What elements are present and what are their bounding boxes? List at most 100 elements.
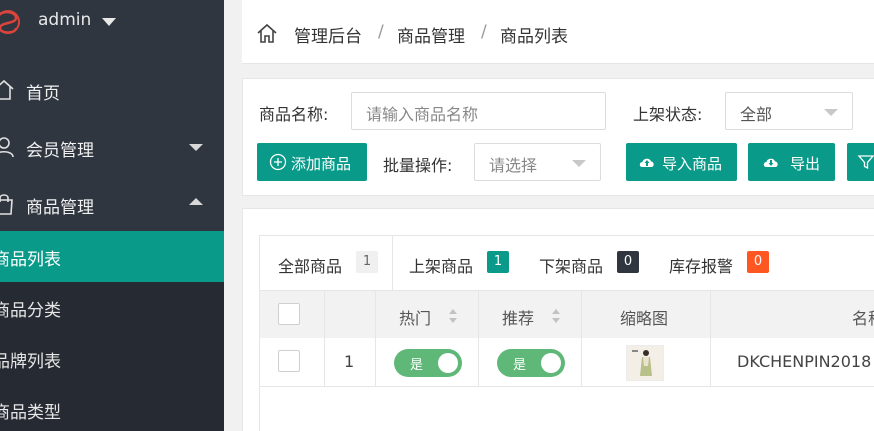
breadcrumb-separator: / xyxy=(481,22,487,42)
column-divider xyxy=(478,338,479,386)
tab-label: 库存报警 xyxy=(669,257,734,276)
row-index: 1 xyxy=(344,352,355,371)
sidebar-item-home[interactable]: 首页 xyxy=(0,64,224,116)
column-header-recommend[interactable]: 推荐 xyxy=(502,305,534,329)
tab-on-shelf[interactable]: 上架商品 1 xyxy=(393,236,523,291)
tab-label: 全部商品 xyxy=(278,257,343,276)
product-name-placeholder: 请输入商品名称 xyxy=(366,105,479,124)
tab-all-products[interactable]: 全部商品 1 xyxy=(260,236,392,291)
plus-circle-icon xyxy=(269,153,287,171)
breadcrumb: 管理后台 / 商品管理 / 商品列表 xyxy=(242,0,874,64)
filter-icon xyxy=(857,155,874,170)
column-divider xyxy=(324,338,325,386)
toggle-label: 是 xyxy=(410,358,424,373)
product-thumbnail[interactable] xyxy=(626,345,664,381)
table-header: 热门 推荐 缩略图 名称 xyxy=(259,290,874,339)
user-menu[interactable]: admin xyxy=(0,0,224,44)
main-content: 管理后台 / 商品管理 / 商品列表 商品名称: 请输入商品名称 上架状态: 全… xyxy=(224,0,874,431)
username[interactable]: admin xyxy=(38,10,91,30)
status-tabs: 全部商品 1 上架商品 1 下架商品 0 库存报警 0 xyxy=(259,235,874,291)
status-label: 上架状态: xyxy=(633,105,703,124)
breadcrumb-item-admin[interactable]: 管理后台 xyxy=(294,22,362,47)
submenu-products: 商品列表 商品分类 品牌列表 商品类型 xyxy=(0,231,224,431)
filter-button[interactable] xyxy=(847,143,874,181)
product-name-input[interactable]: 请输入商品名称 xyxy=(351,92,606,130)
export-button[interactable]: 导出 xyxy=(748,143,835,181)
toggle-knob xyxy=(541,353,561,373)
home-icon[interactable] xyxy=(256,22,278,44)
hot-toggle[interactable]: 是 xyxy=(394,349,462,377)
add-product-button[interactable]: 添加商品 xyxy=(257,143,367,181)
batch-label: 批量操作: xyxy=(383,156,453,175)
sidebar: admin 首页 会员管理 商品管理 商品列表 商品分类 品牌列表 商品类型 xyxy=(0,0,224,431)
column-header-thumbnail: 缩略图 xyxy=(620,309,669,328)
tab-label: 上架商品 xyxy=(409,257,474,276)
product-table-panel: 全部商品 1 上架商品 1 下架商品 0 库存报警 0 热门 推荐 缩略图 名 … xyxy=(242,208,874,431)
product-name[interactable]: DKCHENPIN2018 xyxy=(737,352,871,371)
sort-icon[interactable] xyxy=(448,308,458,324)
filter-panel: 商品名称: 请输入商品名称 上架状态: 全部 添加商品 批量操作: 请选择 导入… xyxy=(242,78,874,196)
sidebar-item-product-type[interactable]: 商品类型 xyxy=(0,384,224,431)
cloud-upload-icon xyxy=(639,158,654,167)
sidebar-item-label: 品牌列表 xyxy=(0,352,61,372)
sidebar-item-label: 商品管理 xyxy=(26,198,94,218)
column-divider xyxy=(581,338,582,386)
caret-down-icon[interactable] xyxy=(102,18,116,26)
shopping-bag-icon xyxy=(0,194,13,215)
column-divider xyxy=(710,338,711,386)
batch-select-placeholder: 请选择 xyxy=(489,156,538,175)
count-badge: 0 xyxy=(617,251,639,273)
chevron-down-icon xyxy=(189,144,203,151)
sort-icon[interactable] xyxy=(551,308,561,324)
breadcrumb-separator: / xyxy=(378,22,384,42)
tab-off-shelf[interactable]: 下架商品 0 xyxy=(523,236,653,291)
column-divider xyxy=(375,291,376,339)
sidebar-item-product-category[interactable]: 商品分类 xyxy=(0,282,224,333)
select-all-checkbox[interactable] xyxy=(278,303,300,325)
column-divider xyxy=(581,291,582,339)
table-row: 1 是 是 DKCHENPIN2018 xyxy=(259,338,874,387)
toggle-label: 是 xyxy=(513,358,527,373)
toggle-knob xyxy=(438,353,458,373)
home-icon xyxy=(0,79,14,100)
status-select[interactable]: 全部 xyxy=(725,92,853,130)
user-icon xyxy=(0,137,14,158)
import-products-label: 导入商品 xyxy=(662,155,723,173)
row-checkbox[interactable] xyxy=(278,350,300,372)
export-label: 导出 xyxy=(790,155,821,173)
column-header-hot[interactable]: 热门 xyxy=(399,305,431,329)
sidebar-item-label: 商品类型 xyxy=(0,403,61,423)
sidebar-item-brand-list[interactable]: 品牌列表 xyxy=(0,333,224,384)
sidebar-item-label: 首页 xyxy=(26,84,60,104)
product-name-label: 商品名称: xyxy=(259,105,329,124)
tab-stock-alert[interactable]: 库存报警 0 xyxy=(653,236,793,291)
count-badge: 0 xyxy=(747,251,769,273)
cloud-download-icon xyxy=(763,158,778,167)
tab-label: 下架商品 xyxy=(539,257,604,276)
column-divider xyxy=(710,291,711,339)
chevron-up-icon xyxy=(189,198,203,205)
column-divider xyxy=(324,291,325,339)
sidebar-item-label: 商品列表 xyxy=(0,250,61,270)
column-divider xyxy=(375,338,376,386)
sidebar-item-label: 会员管理 xyxy=(26,141,94,161)
product-image xyxy=(627,346,663,380)
column-header-name: 名称 xyxy=(852,309,874,328)
breadcrumb-item-products[interactable]: 商品管理 xyxy=(397,22,465,47)
recommend-toggle[interactable]: 是 xyxy=(497,349,565,377)
batch-operation-select[interactable]: 请选择 xyxy=(474,143,601,181)
chevron-down-icon xyxy=(572,160,586,167)
column-divider xyxy=(478,291,479,339)
status-select-value: 全部 xyxy=(740,105,773,124)
sidebar-item-members[interactable]: 会员管理 xyxy=(0,121,224,173)
import-products-button[interactable]: 导入商品 xyxy=(626,143,737,181)
sidebar-item-product-list[interactable]: 商品列表 xyxy=(0,231,224,282)
table-body-empty xyxy=(259,387,874,431)
breadcrumb-item-product-list: 商品列表 xyxy=(500,27,568,47)
sidebar-item-products[interactable]: 商品管理 xyxy=(0,178,224,230)
add-product-label: 添加商品 xyxy=(291,155,352,173)
chevron-down-icon xyxy=(824,109,838,116)
logo-icon xyxy=(0,10,20,34)
count-badge: 1 xyxy=(487,251,509,273)
sidebar-item-label: 商品分类 xyxy=(0,301,61,321)
